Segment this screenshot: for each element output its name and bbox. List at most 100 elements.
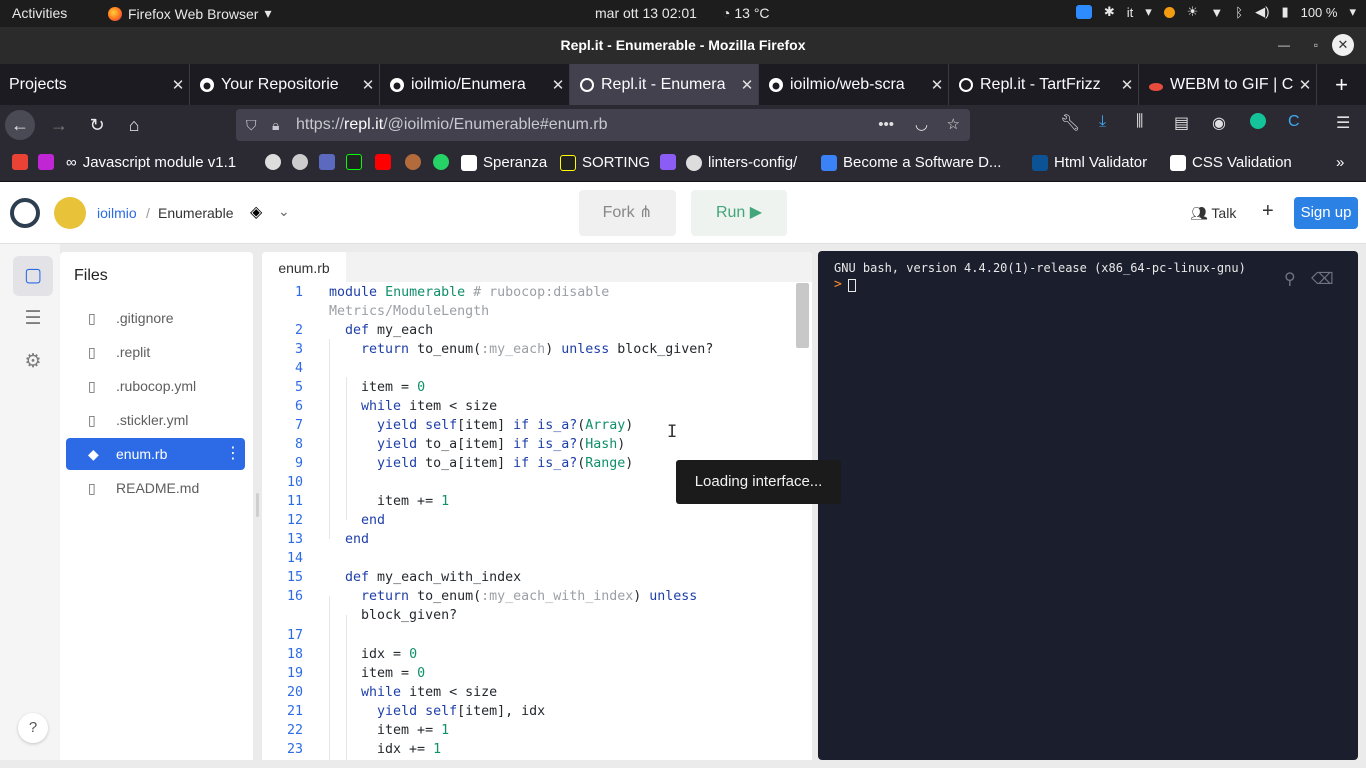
text-cursor-icon: I (667, 422, 678, 442)
clock[interactable]: mar ott 13 02:01 (595, 5, 697, 21)
address-bar[interactable]: ⛉ 🔒︎ https://repl.it/@ioilmio/Enumerable… (236, 109, 970, 141)
tab-webm-to-gif[interactable]: WEBM to GIF | Cl ✕ (1139, 64, 1317, 105)
tab-replit-enumerable[interactable]: Repl.it - Enumera ✕ (570, 64, 759, 105)
new-repl-button[interactable]: + (1262, 200, 1274, 223)
lock-icon[interactable]: 🔒︎ (272, 109, 279, 141)
app-menu[interactable]: Firefox Web Browser ▾ (108, 5, 271, 22)
username-link[interactable]: ioilmio (97, 205, 137, 221)
run-button[interactable]: Run ▶ (691, 190, 787, 236)
help-button[interactable]: ? (18, 713, 48, 743)
database-icon[interactable]: ☰ (13, 299, 53, 339)
line-number: 1 (294, 285, 303, 300)
editor-scrollbar[interactable] (796, 283, 809, 348)
shield-icon[interactable]: ⛉ (246, 109, 257, 141)
more-options-icon[interactable]: ⋮ (225, 438, 241, 470)
window-close-button[interactable]: ✕ (1332, 34, 1354, 56)
replit-logo-icon[interactable] (10, 198, 40, 228)
bookmark-html-validator[interactable]: Html Validator (1032, 154, 1147, 171)
activities-button[interactable]: Activities (12, 5, 67, 21)
tab-your-repositories[interactable]: Your Repositorie ✕ (190, 64, 380, 105)
window-titlebar: Repl.it - Enumerable - Mozilla Firefox —… (0, 27, 1366, 64)
file-replit[interactable]: ▯ .replit (66, 336, 245, 368)
code-line: end (361, 513, 386, 528)
menu-icon[interactable]: ☰ (1336, 113, 1350, 133)
bookmark-icon[interactable] (660, 154, 676, 170)
bookmark-javascript-module[interactable]: ∞ Javascript module v1.1 (66, 154, 236, 171)
line-number: 17 (286, 628, 303, 643)
resize-handle[interactable] (256, 493, 259, 517)
bookmark-css-validation[interactable]: CSS Validation (1170, 154, 1292, 171)
back-button[interactable]: ← (5, 110, 35, 140)
line-number: 16 (286, 589, 303, 604)
file-gitignore[interactable]: ▯ .gitignore (66, 302, 245, 334)
tab-web-scraper[interactable]: ioilmio/web-scra ✕ (759, 64, 949, 105)
library-icon[interactable]: ⫼ (1136, 113, 1143, 131)
settings-icon[interactable]: ⚙ (13, 342, 53, 382)
bookmark-linters-config[interactable]: linters-config/ (686, 154, 797, 171)
gmail-icon[interactable] (12, 154, 28, 170)
file-readme[interactable]: ▯ README.md (66, 472, 245, 504)
bookmark-star-icon[interactable]: ☆ (947, 109, 960, 141)
power-menu-icon: ▾ (1349, 4, 1356, 19)
account-icon[interactable]: ◉ (1212, 113, 1226, 133)
minimize-icon[interactable]: — (1278, 27, 1290, 64)
close-icon[interactable]: ✕ (167, 76, 189, 94)
bookmarks-overflow-icon[interactable]: » (1336, 154, 1344, 171)
close-icon[interactable]: ✕ (1294, 76, 1316, 94)
files-icon[interactable]: ▢ (13, 256, 53, 296)
close-icon[interactable]: ✕ (736, 76, 758, 94)
replit-icon[interactable] (292, 154, 308, 170)
file-enum-rb[interactable]: ◆ enum.rb ⋮ (66, 438, 245, 470)
console-panel[interactable]: GNU bash, version 4.4.20(1)-release (x86… (818, 251, 1358, 760)
bookmark-sorting[interactable]: SORTING (560, 154, 650, 171)
youtube-icon[interactable] (375, 154, 391, 170)
url-host: repl.it (344, 116, 384, 133)
file-rubocop[interactable]: ▯ .rubocop.yml (66, 370, 245, 402)
search-icon[interactable]: ⚲ (1284, 269, 1296, 289)
bookmark-speranza[interactable]: Speranza (461, 154, 547, 171)
pocket-icon[interactable]: ◡ (915, 109, 928, 141)
weather[interactable]: ◔ 13 °C (722, 5, 770, 21)
chevron-down-icon[interactable]: ⌄ (278, 203, 290, 220)
code-line: while item < size (361, 399, 498, 414)
bookmark-icon[interactable] (38, 154, 54, 170)
talk-button[interactable]: 👥︎ Talk (1190, 205, 1236, 222)
bookmark-icon[interactable] (405, 154, 421, 170)
system-tray[interactable]: ✱ it ▾ ☀ ▼ ᛒ ◀) ▮ 100 % ▾ (1075, 4, 1356, 20)
close-icon[interactable]: ✕ (547, 76, 569, 94)
file-stickler[interactable]: ▯ .stickler.yml (66, 404, 245, 436)
editor-tab-enum-rb[interactable]: enum.rb (262, 252, 346, 282)
repl-name[interactable]: Enumerable (158, 205, 234, 221)
whatsapp-icon[interactable] (433, 154, 449, 170)
tab-replit-tartfrizz[interactable]: Repl.it - TartFrizz ✕ (949, 64, 1139, 105)
reload-button[interactable]: ↻ (82, 110, 112, 140)
forward-button[interactable]: → (44, 110, 74, 140)
signup-button[interactable]: Sign up (1294, 197, 1358, 229)
code-area[interactable]: 1 module Enumerable # rubocop:disable Met… (262, 282, 797, 768)
sidebar-icon[interactable]: ▤ (1174, 113, 1189, 133)
close-icon[interactable]: ✕ (357, 76, 379, 94)
battery-icon: ▮ (1281, 4, 1289, 19)
bookmark-become-a-software[interactable]: Become a Software D... (821, 154, 1001, 171)
code-editor[interactable]: enum.rb 1 module Enumerable # rubocop:dis… (262, 252, 812, 768)
bookmark-icon[interactable] (319, 154, 335, 170)
page-actions-icon[interactable]: ••• (878, 109, 894, 141)
close-icon[interactable]: ✕ (1116, 76, 1138, 94)
tab-projects[interactable]: Projects ✕ (0, 64, 190, 105)
maximize-icon[interactable]: ▫ (1314, 27, 1318, 64)
github-icon[interactable] (265, 154, 281, 170)
wrench-icon[interactable]: 🔧︎ (1060, 113, 1080, 133)
new-tab-button[interactable]: + (1317, 64, 1366, 105)
bookmark-icon[interactable] (346, 154, 362, 170)
avatar[interactable] (54, 197, 86, 229)
clear-console-icon[interactable]: ⌫ (1311, 269, 1334, 289)
file-icon: ▯ (88, 378, 96, 394)
grammarly-icon[interactable] (1250, 113, 1266, 134)
download-icon[interactable]: ⤓ (1099, 113, 1106, 131)
zoom-icon (1075, 5, 1092, 19)
fork-button[interactable]: Fork ⋔ (579, 190, 676, 236)
tab-enumerable-repo[interactable]: ioilmio/Enumera ✕ (380, 64, 570, 105)
close-icon[interactable]: ✕ (926, 76, 948, 94)
home-button[interactable]: ⌂ (119, 110, 149, 140)
extension-c-icon[interactable]: C (1288, 113, 1300, 131)
